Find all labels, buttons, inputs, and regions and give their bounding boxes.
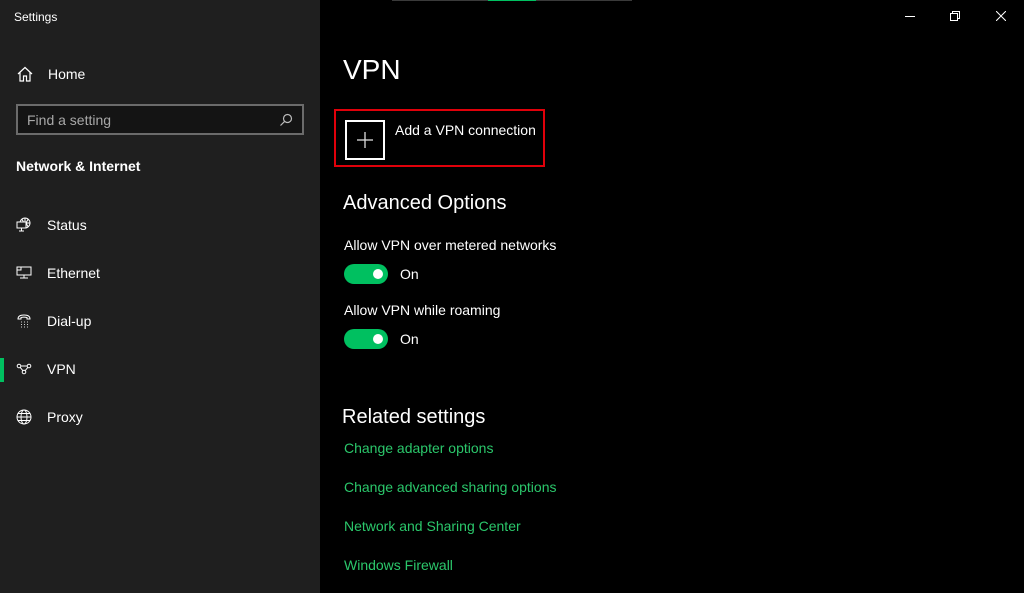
sidebar-item-label: Ethernet — [47, 265, 100, 281]
add-vpn-plus-box[interactable] — [345, 120, 385, 160]
minimize-icon — [905, 16, 915, 17]
sidebar-item-label: Proxy — [47, 409, 83, 425]
related-settings-heading: Related settings — [342, 406, 486, 428]
metered-networks-state: On — [400, 266, 419, 282]
globe-icon — [16, 409, 32, 425]
sidebar-item-status[interactable]: Status — [0, 205, 320, 245]
roaming-toggle[interactable] — [344, 329, 388, 349]
restore-button[interactable] — [932, 0, 978, 32]
sidebar-item-vpn[interactable]: VPN — [0, 349, 320, 389]
app-title: Settings — [14, 10, 58, 24]
metered-networks-label: Allow VPN over metered networks — [344, 237, 557, 253]
restore-icon — [950, 11, 960, 21]
search-input[interactable] — [27, 111, 279, 128]
search-box[interactable] — [16, 104, 304, 135]
page-title: VPN — [343, 54, 401, 85]
add-vpn-label: Add a VPN connection — [395, 122, 536, 138]
section-title: Network & Internet — [16, 158, 141, 174]
sidebar-item-dial-up[interactable]: Dial-up — [0, 301, 320, 341]
home-icon — [17, 66, 33, 82]
sidebar-item-ethernet[interactable]: Ethernet — [0, 253, 320, 293]
loading-progress-segment — [488, 0, 536, 1]
selected-indicator — [0, 358, 4, 382]
search-icon[interactable] — [279, 113, 293, 127]
ethernet-icon — [16, 265, 32, 281]
sidebar-item-label: Dial-up — [47, 313, 92, 329]
change-adapter-options-link[interactable]: Change adapter options — [344, 440, 493, 456]
globe-monitor-icon — [16, 217, 32, 233]
network-sharing-center-link[interactable]: Network and Sharing Center — [344, 518, 521, 534]
close-icon — [996, 11, 1006, 21]
toggle-knob — [373, 269, 383, 279]
change-advanced-sharing-link[interactable]: Change advanced sharing options — [344, 479, 557, 495]
phone-icon — [16, 313, 32, 329]
vpn-icon — [16, 361, 32, 377]
loading-progress-bar — [392, 0, 632, 1]
sidebar-item-proxy[interactable]: Proxy — [0, 397, 320, 437]
windows-firewall-link[interactable]: Windows Firewall — [344, 557, 453, 573]
minimize-button[interactable] — [887, 0, 933, 32]
roaming-state: On — [400, 331, 419, 347]
advanced-options-heading: Advanced Options — [343, 192, 507, 214]
sidebar: Settings Home Network & Internet Status … — [0, 0, 320, 593]
home-nav-item[interactable]: Home — [16, 63, 85, 85]
home-label: Home — [48, 66, 86, 82]
sidebar-item-label: Status — [47, 217, 87, 233]
toggle-knob — [373, 334, 383, 344]
roaming-label: Allow VPN while roaming — [344, 302, 501, 318]
sidebar-item-label: VPN — [47, 361, 76, 377]
metered-networks-toggle[interactable] — [344, 264, 388, 284]
plus-icon — [357, 132, 373, 148]
close-button[interactable] — [978, 0, 1024, 32]
add-vpn-connection-button[interactable]: Add a VPN connection — [334, 109, 545, 167]
